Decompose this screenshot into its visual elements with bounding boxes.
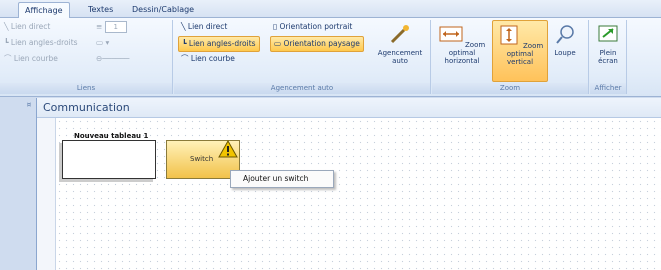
tab-dessin-cablage[interactable]: Dessin/Cablage <box>126 2 200 17</box>
orientation-portrait-label: Orientation portrait <box>279 22 353 31</box>
line-direct-icon: ╲ <box>4 22 11 31</box>
liens-lien-courbe-label: Lien courbe <box>13 54 58 63</box>
liens-lien-angles-label: Lien angles-droits <box>10 38 78 47</box>
liens-lien-courbe[interactable]: ⌒ Lien courbe <box>4 52 58 66</box>
group-afficher: Plein écran Afficher <box>590 20 627 94</box>
line-direct-icon: ╲ <box>181 22 188 31</box>
ribbon-tab-strip: Affichage Textes Dessin/Cablage <box>0 0 661 18</box>
agencement-lien-courbe[interactable]: ⌒ Lien courbe <box>178 52 238 66</box>
agencement-lien-angles[interactable]: ┗ Lien angles-droits <box>178 36 260 52</box>
group-zoom: Zoom optimal horizontal Zoom optimal ver… <box>432 20 589 94</box>
table-title: Nouveau tableau 1 <box>74 132 149 140</box>
switch-label: Switch <box>190 155 214 163</box>
warning-icon <box>218 140 238 158</box>
document-gutter <box>37 118 55 270</box>
group-liens: ╲ Lien direct ┗ Lien angles-droits ⌒ Lie… <box>0 20 173 94</box>
orientation-portrait[interactable]: ▯ Orientation portrait <box>270 20 355 34</box>
plein-ecran-label: Plein écran <box>598 49 618 65</box>
slider-icon: ⊖────── <box>96 54 130 63</box>
plein-ecran-button[interactable]: Plein écran <box>592 20 624 80</box>
zoom-optimal-horizontal-button[interactable]: Zoom optimal horizontal <box>434 20 490 80</box>
orientation-paysage[interactable]: ▭ Orientation paysage <box>270 36 364 52</box>
app-window: Affichage Textes Dessin/Cablage ╲ Lien d… <box>0 0 661 270</box>
group-liens-label: Liens <box>0 83 172 94</box>
pin-icon[interactable]: ¤ <box>24 100 34 110</box>
agencement-auto-label: Agencement auto <box>377 49 423 65</box>
line-width-spin[interactable]: 1 <box>104 21 127 33</box>
menu-item-ajouter-switch[interactable]: Ajouter un switch <box>243 173 308 185</box>
zoom-vertical-label: Zoom optimal vertical <box>506 42 544 66</box>
agencement-lien-direct[interactable]: ╲ Lien direct <box>178 20 230 34</box>
line-width-icon: ≡ <box>96 22 105 31</box>
liens-lien-angles[interactable]: ┗ Lien angles-droits <box>4 36 78 50</box>
table-box[interactable] <box>62 140 156 179</box>
tab-affichage[interactable]: Affichage <box>18 2 70 18</box>
liens-lien-direct-label: Lien direct <box>10 22 51 31</box>
zoom-optimal-vertical-button[interactable]: Zoom optimal vertical <box>492 20 548 82</box>
zoom-horizontal-label: Zoom optimal horizontal <box>444 41 486 65</box>
liens-lien-direct[interactable]: ╲ Lien direct <box>4 20 50 34</box>
orientation-paysage-label: Orientation paysage <box>283 39 360 48</box>
magnifier-icon <box>556 25 574 44</box>
fullscreen-icon <box>598 25 618 42</box>
line-width-control[interactable]: ≡ 1 <box>96 20 127 34</box>
tab-textes[interactable]: Textes <box>82 2 119 17</box>
line-curve-icon: ⌒ <box>181 54 191 63</box>
line-style-control[interactable]: ▭ ▾ <box>96 36 109 50</box>
agencement-lien-angles-label: Lien angles-droits <box>188 39 256 48</box>
loupe-label: Loupe <box>554 49 576 57</box>
tab-textes-label: Textes <box>88 5 114 14</box>
document-title: Communication <box>37 98 661 118</box>
line-angle-icon: ┗ <box>182 39 189 48</box>
group-agencement-label: Agencement auto <box>174 83 430 94</box>
ribbon: ╲ Lien direct ┗ Lien angles-droits ⌒ Lie… <box>0 18 661 97</box>
agencement-lien-direct-label: Lien direct <box>187 22 228 31</box>
group-agencement-auto: ╲ Lien direct ┗ Lien angles-droits ⌒ Lie… <box>174 20 431 94</box>
loupe-button[interactable]: Loupe <box>548 20 582 80</box>
tab-dessin-cablage-label: Dessin/Cablage <box>132 5 195 14</box>
group-zoom-label: Zoom <box>432 83 588 94</box>
zoom-horizontal-icon <box>439 26 463 42</box>
context-menu: Ajouter un switch <box>230 170 334 188</box>
agencement-auto-button[interactable]: Agencement auto <box>374 20 426 80</box>
line-style-icon: ▭ ▾ <box>96 38 110 47</box>
document-window: Communication <box>36 98 661 270</box>
zoom-vertical-icon <box>500 25 518 45</box>
tab-affichage-label: Affichage <box>25 6 63 15</box>
line-angle-icon: ┗ <box>4 38 11 47</box>
line-slider[interactable]: ⊖────── <box>96 52 129 66</box>
wand-icon <box>390 25 409 44</box>
group-afficher-label: Afficher <box>590 83 626 94</box>
line-curve-icon: ⌒ <box>4 54 14 63</box>
agencement-lien-courbe-label: Lien courbe <box>190 54 235 63</box>
